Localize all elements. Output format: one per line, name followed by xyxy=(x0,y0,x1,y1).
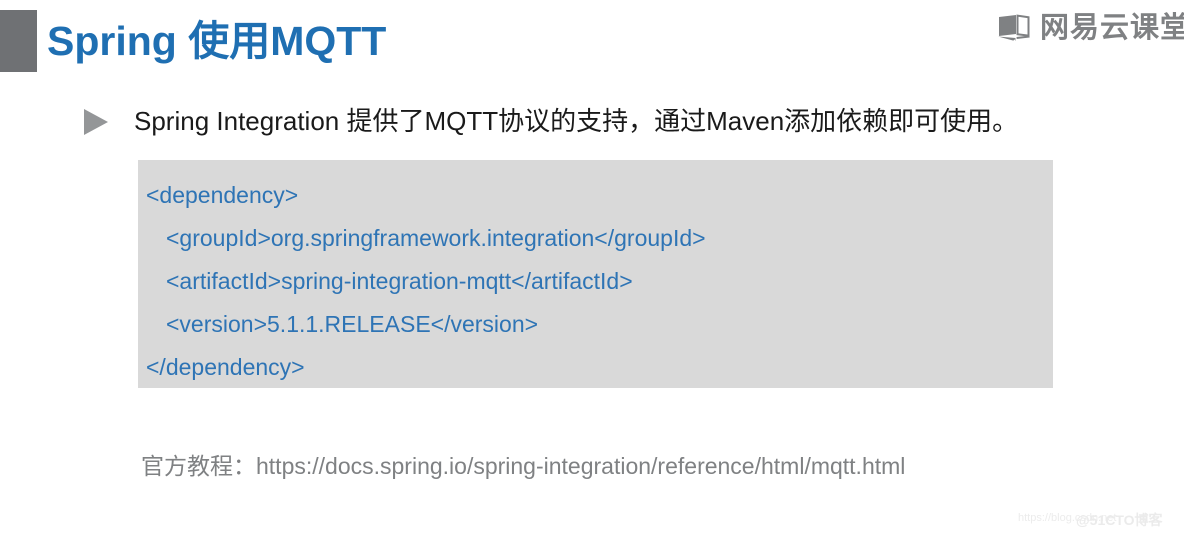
code-line: <dependency> xyxy=(146,182,299,208)
bullet-text: Spring Integration 提供了MQTT协议的支持，通过Maven添… xyxy=(134,106,1019,136)
official-tutorial-note: 官方教程：https://docs.spring.io/spring-integ… xyxy=(141,453,906,479)
slide-canvas: Spring 使用MQTT 网易云课堂 Spring Integration 提… xyxy=(0,0,1184,535)
triangle-right-icon xyxy=(84,109,108,135)
watermark-tag: @51CTO博客 xyxy=(1076,512,1163,528)
brand-logo: 网易云课堂 xyxy=(997,8,1184,48)
watermark: https://blog.csdn.net @51CTO博客 xyxy=(1002,509,1182,531)
page-title: Spring 使用MQTT xyxy=(47,17,387,64)
code-line: <version>5.1.1.RELEASE</version> xyxy=(166,311,539,337)
title-accent-block xyxy=(0,10,37,72)
code-block: <dependency> <groupId>org.springframewor… xyxy=(138,160,1053,388)
open-book-icon xyxy=(997,14,1031,42)
code-line: </dependency> xyxy=(146,354,305,380)
bullet-item: Spring Integration 提供了MQTT协议的支持，通过Maven添… xyxy=(84,102,1018,140)
code-line: <artifactId>spring-integration-mqtt</art… xyxy=(166,268,633,294)
slide-title-row: Spring 使用MQTT xyxy=(0,8,386,74)
brand-name: 网易云课堂 xyxy=(1039,11,1184,44)
code-line: <groupId>org.springframework.integration… xyxy=(166,225,706,251)
